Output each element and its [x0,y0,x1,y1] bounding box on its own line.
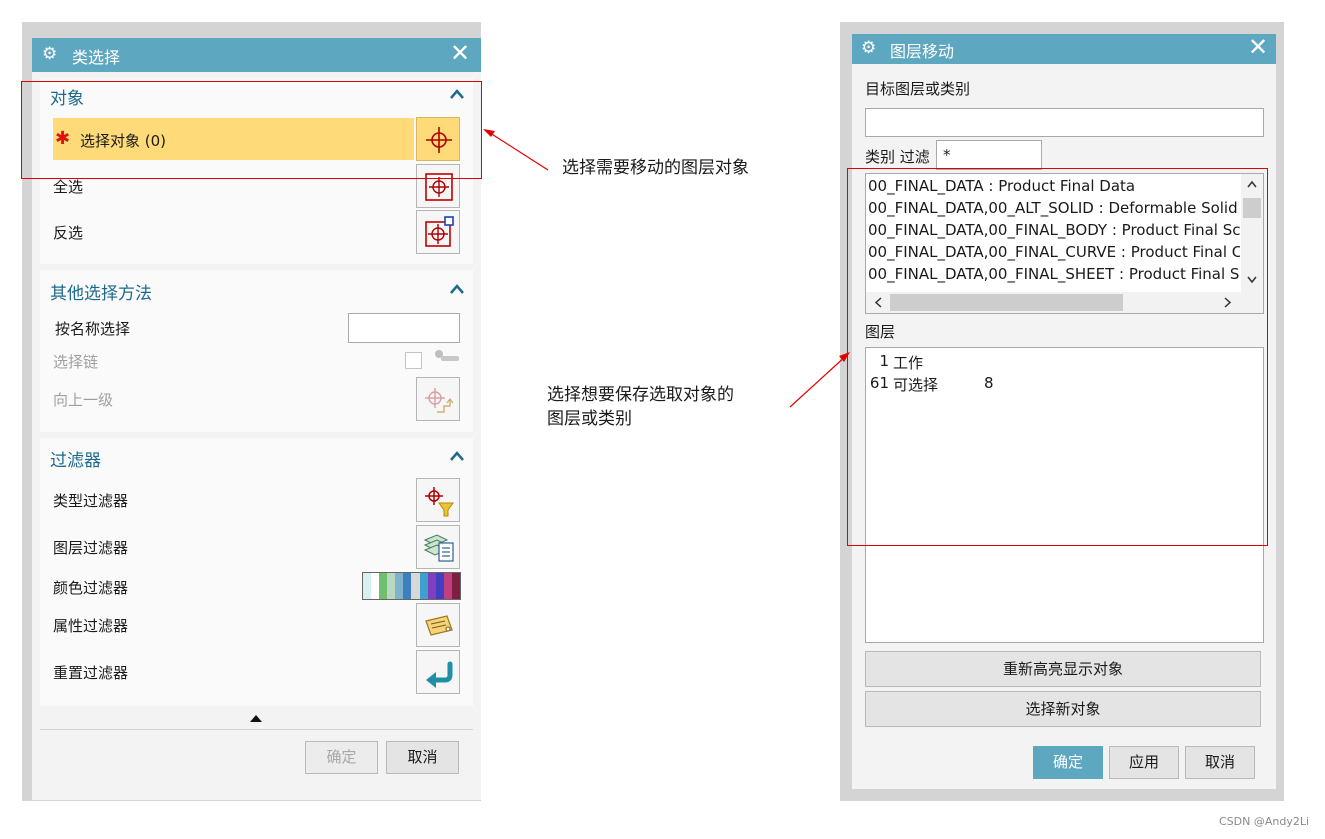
annotation-second-line2: 图层或类别 [547,409,632,429]
annotation-arrow-first [486,130,549,171]
annotation-second-line1: 选择想要保存选取对象的 [547,385,734,405]
annotation-arrowhead-first [483,129,495,137]
watermark: CSDN @Andy2Li [1219,815,1310,828]
annotation-arrows [483,129,850,408]
annotation-first: 选择需要移动的图层对象 [562,158,749,178]
annotation-arrow-second [789,354,848,408]
